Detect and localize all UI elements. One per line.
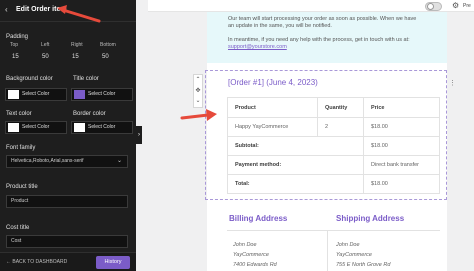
title-color-label: Title color [73, 76, 99, 82]
chevron-down-icon: ⌄ [116, 158, 122, 164]
background-color-swatch [8, 90, 19, 99]
cost-title-label: Cost title [6, 225, 30, 231]
title-color-swatch [74, 90, 85, 99]
payment-method-value: Direct bank transfer [363, 155, 440, 175]
preview-toggle[interactable] [425, 2, 442, 11]
annotation-arrow-table [180, 109, 217, 121]
move-down-icon[interactable]: ⌄ [194, 96, 202, 106]
header-quantity: Quantity [317, 97, 364, 118]
padding-right-input[interactable]: 15 [66, 51, 94, 63]
padding-left-label: Left [41, 42, 50, 48]
back-icon[interactable]: ‹ [5, 5, 8, 15]
font-family-label: Font family [6, 145, 36, 151]
padding-bottom-label: Bottom [100, 42, 116, 48]
border-color-swatch [74, 123, 85, 132]
text-color-picker[interactable]: Select Color [5, 121, 67, 134]
table-row: Payment method: Direct bank transfer [227, 155, 440, 175]
history-button[interactable]: History [96, 256, 130, 269]
sidebar-footer: ← BACK TO DASHBOARD History [0, 252, 136, 271]
payment-method-label: Payment method: [227, 155, 364, 175]
cost-title-input[interactable]: Cost [6, 235, 128, 248]
move-up-icon[interactable]: ⌃ [194, 75, 202, 85]
more-options-icon[interactable]: ⋮ [449, 79, 456, 89]
item-price: $18.00 [363, 117, 440, 137]
total-label: Total: [227, 174, 364, 194]
notice-line-1: Our team will start processing your orde… [228, 16, 417, 22]
padding-top-label: Top [10, 42, 19, 48]
title-color-picker[interactable]: Select Color [71, 88, 133, 101]
border-color-picker[interactable]: Select Color [71, 121, 133, 134]
billing-name: John Doe [233, 242, 257, 248]
order-table: Product Quantity Price Happy YayCommerce… [227, 97, 440, 194]
billing-address-title: Billing Address [229, 214, 288, 223]
text-color-button-label: Select Color [22, 124, 50, 130]
padding-label: Padding [6, 34, 29, 40]
notice-line-3: In meantime, if you need any help with t… [228, 37, 410, 43]
drag-handle-icon[interactable]: ✥ [194, 86, 202, 96]
header-product: Product [227, 97, 318, 118]
font-family-value: Helvetica,Roboto,Arial,sans-serif [11, 158, 84, 164]
notice-line-2: an update in the same, you will be notif… [228, 23, 332, 29]
padding-bottom-input[interactable]: 50 [96, 51, 124, 63]
subtotal-label: Subtotal: [227, 136, 364, 156]
order-title: [Order #1] (June 4, 2023) [228, 78, 318, 87]
shipping-address-title: Shipping Address [336, 214, 405, 223]
table-header-row: Product Quantity Price [227, 97, 440, 118]
editor-sidebar: ‹ Edit Order item Padding Top Left Right… [0, 0, 136, 271]
address-divider [227, 230, 440, 231]
preview-label: Pre [463, 3, 471, 9]
gear-icon[interactable]: ⚙ [452, 1, 459, 11]
product-title-label: Product title [6, 184, 38, 190]
text-color-label: Text color [6, 111, 32, 117]
shipping-company: YayCommerce [336, 252, 372, 258]
toggle-knob [427, 3, 434, 10]
padding-top-input[interactable]: 15 [6, 51, 34, 63]
title-color-button-label: Select Color [88, 91, 116, 97]
padding-left-input[interactable]: 50 [36, 51, 64, 63]
address-column-divider [327, 230, 328, 271]
item-quantity: 2 [317, 117, 364, 137]
item-product: Happy YayCommerce [227, 117, 318, 137]
table-row: Total: $18.00 [227, 174, 440, 194]
collapse-sidebar-icon[interactable]: › [136, 126, 142, 144]
text-color-swatch [8, 123, 19, 132]
support-email-link[interactable]: support@yourstore.com [228, 44, 287, 51]
block-move-toolbar: ⌃ ✥ ⌄ [193, 74, 203, 108]
billing-street: 7400 Edwards Rd [233, 262, 277, 268]
background-color-picker[interactable]: Select Color [5, 88, 67, 101]
email-notice-block[interactable]: Our team will start processing your orde… [207, 12, 447, 63]
billing-company: YayCommerce [233, 252, 269, 258]
shipping-street: 755 E North Grove Rd [336, 262, 391, 268]
product-title-value: Product [11, 198, 29, 204]
subtotal-value: $18.00 [363, 136, 440, 156]
header-price: Price [363, 97, 440, 118]
table-row: Happy YayCommerce 2 $18.00 [227, 117, 440, 137]
font-family-select[interactable]: Helvetica,Roboto,Arial,sans-serif ⌄ [6, 155, 128, 168]
border-color-label: Border color [73, 111, 106, 117]
shipping-name: John Doe [336, 242, 360, 248]
annotation-arrow-title [57, 5, 101, 23]
total-value: $18.00 [363, 174, 440, 194]
background-color-label: Background color [6, 76, 53, 82]
table-row: Subtotal: $18.00 [227, 136, 440, 156]
cost-title-value: Cost [11, 238, 22, 244]
back-to-dashboard-link[interactable]: ← BACK TO DASHBOARD [6, 253, 67, 271]
product-title-input[interactable]: Product [6, 195, 128, 208]
padding-right-label: Right [71, 42, 83, 48]
background-color-button-label: Select Color [22, 91, 50, 97]
border-color-button-label: Select Color [88, 124, 116, 130]
